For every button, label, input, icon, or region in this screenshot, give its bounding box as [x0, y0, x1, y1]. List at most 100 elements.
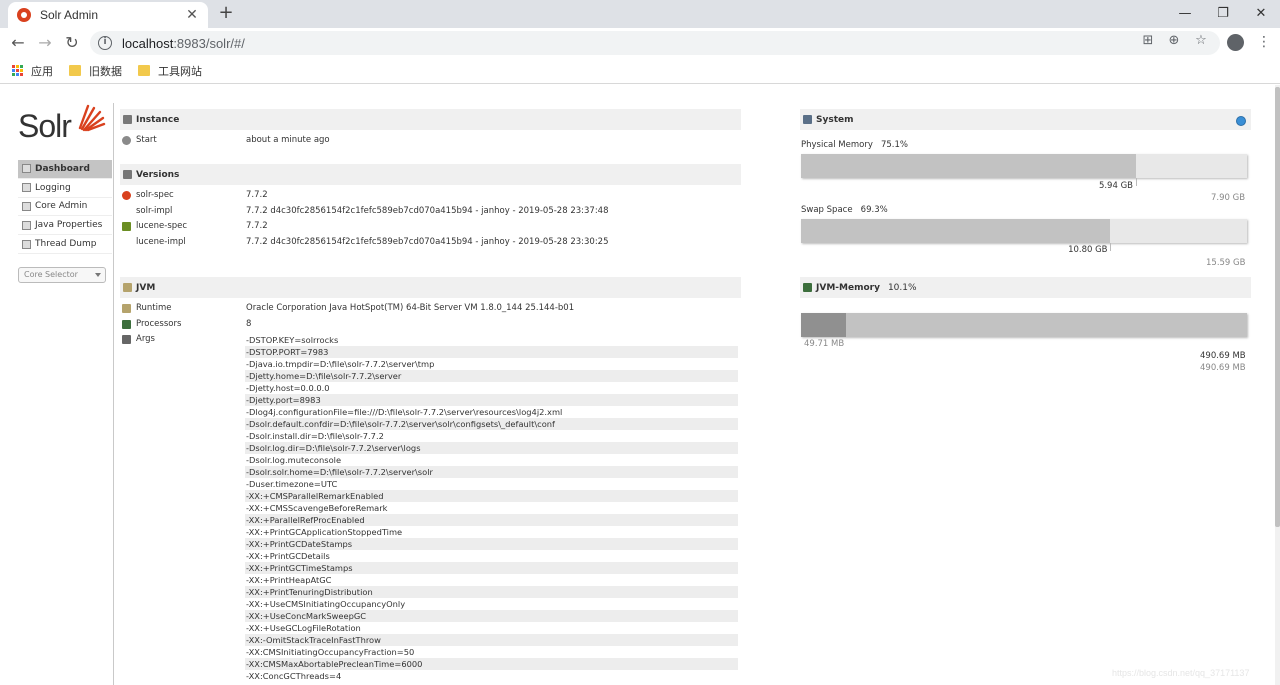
chevron-down-icon	[95, 273, 101, 277]
jvm-memory-pct: 10.1%	[887, 282, 917, 293]
version-row: lucene-impl	[122, 235, 256, 249]
list-item: -XX:CMSMaxAbortablePrecleanTime=6000	[245, 658, 738, 670]
system-section: System	[800, 109, 1251, 130]
row-label: solr-spec	[136, 190, 174, 200]
list-item: -Duser.timezone=UTC	[246, 479, 338, 489]
list-item: -XX:ConcGCThreads=4	[246, 671, 342, 681]
refresh-icon[interactable]	[1236, 116, 1246, 126]
list-item: -DSTOP.PORT=7983	[245, 346, 738, 358]
list-item: -Dsolr.log.muteconsole	[246, 455, 342, 465]
list-item: -Dsolr.install.dir=D:\file\solr-7.7.2	[246, 431, 384, 441]
sidebar-nav: Dashboard Logging Core Admin Java Proper…	[18, 160, 112, 254]
lucene-icon	[122, 221, 131, 231]
url-text: localhost:8983/solr/#/	[122, 35, 245, 51]
list-item: -XX:CMSInitiatingOccupancyFraction=50	[246, 647, 415, 657]
sidebar-item-logging[interactable]: Logging	[18, 179, 112, 198]
bookmark-old-data[interactable]: 旧数据	[69, 63, 122, 79]
list-item: -XX:+PrintHeapAtGC	[246, 575, 332, 585]
versions-icon	[123, 170, 132, 179]
site-info-icon[interactable]: i	[98, 36, 112, 50]
scrollbar-thumb[interactable]	[1275, 87, 1280, 527]
bookmark-label: 旧数据	[89, 64, 122, 78]
version-value: 7.7.2	[246, 190, 268, 200]
processors-row: Processors	[122, 317, 256, 331]
browser-tab[interactable]: Solr Admin ✕	[8, 2, 208, 28]
solr-logo[interactable]: Solr	[18, 102, 106, 146]
clock-icon	[122, 135, 131, 145]
jvm-used-value: 49.71 MB	[804, 339, 845, 349]
dashboard-icon	[22, 164, 31, 174]
section-header: JVM	[120, 277, 741, 298]
sidebar-item-core-admin[interactable]: Core Admin	[18, 198, 112, 217]
section-header: System	[800, 109, 1251, 130]
back-icon[interactable]: ←	[8, 34, 28, 52]
folder-icon	[138, 65, 150, 76]
runtime-row: Runtime	[122, 301, 256, 315]
args-icon	[122, 334, 131, 344]
solr-icon	[122, 190, 131, 200]
swap-space-bar	[801, 219, 1247, 243]
new-tab-button[interactable]: +	[216, 4, 236, 24]
version-value: 7.7.2 d4c30fc2856154f2c1fefc589eb7cd070a…	[246, 237, 609, 247]
row-label: Processors	[136, 319, 182, 329]
physical-memory-bar	[801, 154, 1247, 178]
core-selector-label: Core Selector	[24, 270, 78, 279]
section-header: JVM-Memory 10.1%	[800, 277, 1251, 298]
section-title: Instance	[136, 114, 180, 125]
bookmark-apps[interactable]: 应用	[12, 63, 53, 79]
forward-icon[interactable]: →	[35, 34, 55, 52]
reload-icon[interactable]: ↻	[62, 34, 82, 52]
row-label: lucene-impl	[136, 237, 186, 247]
browser-toolbar: ← → ↻ i localhost:8983/solr/#/ ⊞ ⊕ ☆	[0, 28, 1280, 58]
sidebar-item-thread-dump[interactable]: Thread Dump	[18, 235, 112, 254]
logo-text: Solr	[18, 108, 72, 144]
tab-title: Solr Admin	[40, 8, 99, 22]
solr-favicon-icon	[17, 8, 31, 22]
instance-icon	[123, 115, 132, 124]
start-row: Start	[122, 133, 256, 147]
profile-avatar-icon[interactable]	[1227, 34, 1244, 51]
instance-section: Instance Start about a minute ago	[120, 109, 741, 149]
list-item: -XX:-OmitStackTraceInFastThrow	[245, 634, 738, 646]
browser-menu-icon[interactable]: ⋮	[1257, 33, 1271, 51]
list-item: -XX:+PrintGCDateStamps	[245, 538, 738, 550]
translate-icon[interactable]: ⊞	[1140, 33, 1156, 49]
page-scrollbar[interactable]	[1275, 85, 1280, 685]
solr-admin-page: Solr Dashboard Logging Core Admin Java P…	[0, 85, 1275, 685]
versions-section: Versions solr-spec 7.7.2 solr-impl 7.7.2…	[120, 164, 741, 254]
jvm-committed-value: 490.69 MB	[1200, 351, 1246, 361]
list-item: -XX:+UseConcMarkSweepGC	[245, 610, 738, 622]
list-item: -Djava.io.tmpdir=D:\file\solr-7.7.2\serv…	[246, 359, 435, 369]
swap-used-value: 10.80 GB	[1068, 245, 1108, 255]
list-item: -XX:+PrintGCApplicationStoppedTime	[246, 527, 403, 537]
list-item: -XX:+PrintGCDetails	[246, 551, 330, 561]
maximize-icon[interactable]: ❐	[1204, 0, 1242, 26]
bookmark-star-icon[interactable]: ☆	[1193, 33, 1209, 49]
bookmark-tools[interactable]: 工具网站	[138, 63, 202, 79]
sidebar-item-java-properties[interactable]: Java Properties	[18, 216, 112, 236]
jvm-max-value: 490.69 MB	[1200, 363, 1246, 373]
folder-icon	[69, 65, 81, 76]
zoom-icon[interactable]: ⊕	[1166, 33, 1182, 49]
row-label: solr-impl	[136, 206, 173, 216]
watermark-text: https://blog.csdn.net/qq_37171137	[1112, 668, 1250, 678]
thread-dump-icon	[22, 239, 31, 249]
version-value: 7.7.2 d4c30fc2856154f2c1fefc589eb7cd070a…	[246, 206, 609, 216]
java-icon	[122, 303, 131, 313]
tab-strip: Solr Admin ✕ + — ❐ ✕	[0, 0, 1280, 28]
list-item: -XX:+PrintGCTimeStamps	[245, 562, 738, 574]
core-selector[interactable]: Core Selector	[18, 267, 106, 283]
tab-close-icon[interactable]: ✕	[184, 7, 200, 23]
list-item: -XX:+CMSScavengeBeforeRemark	[246, 503, 388, 513]
list-item: -Djetty.home=D:\file\solr-7.7.2\server	[245, 370, 738, 382]
list-item: -XX:+UseCMSInitiatingOccupancyOnly	[246, 599, 406, 609]
list-item: -XX:+CMSParallelRemarkEnabled	[245, 490, 738, 502]
window-close-icon[interactable]: ✕	[1242, 0, 1280, 26]
sidebar-item-dashboard[interactable]: Dashboard	[18, 160, 112, 179]
swap-used-tick	[1110, 243, 1112, 251]
apps-grid-icon	[12, 65, 23, 76]
address-bar[interactable]: i localhost:8983/solr/#/	[90, 31, 1220, 55]
list-item: -Dlog4j.configurationFile=file:///D:\fil…	[246, 407, 563, 417]
list-item: -DSTOP.KEY=solrrocks	[246, 335, 339, 345]
minimize-icon[interactable]: —	[1166, 0, 1204, 26]
